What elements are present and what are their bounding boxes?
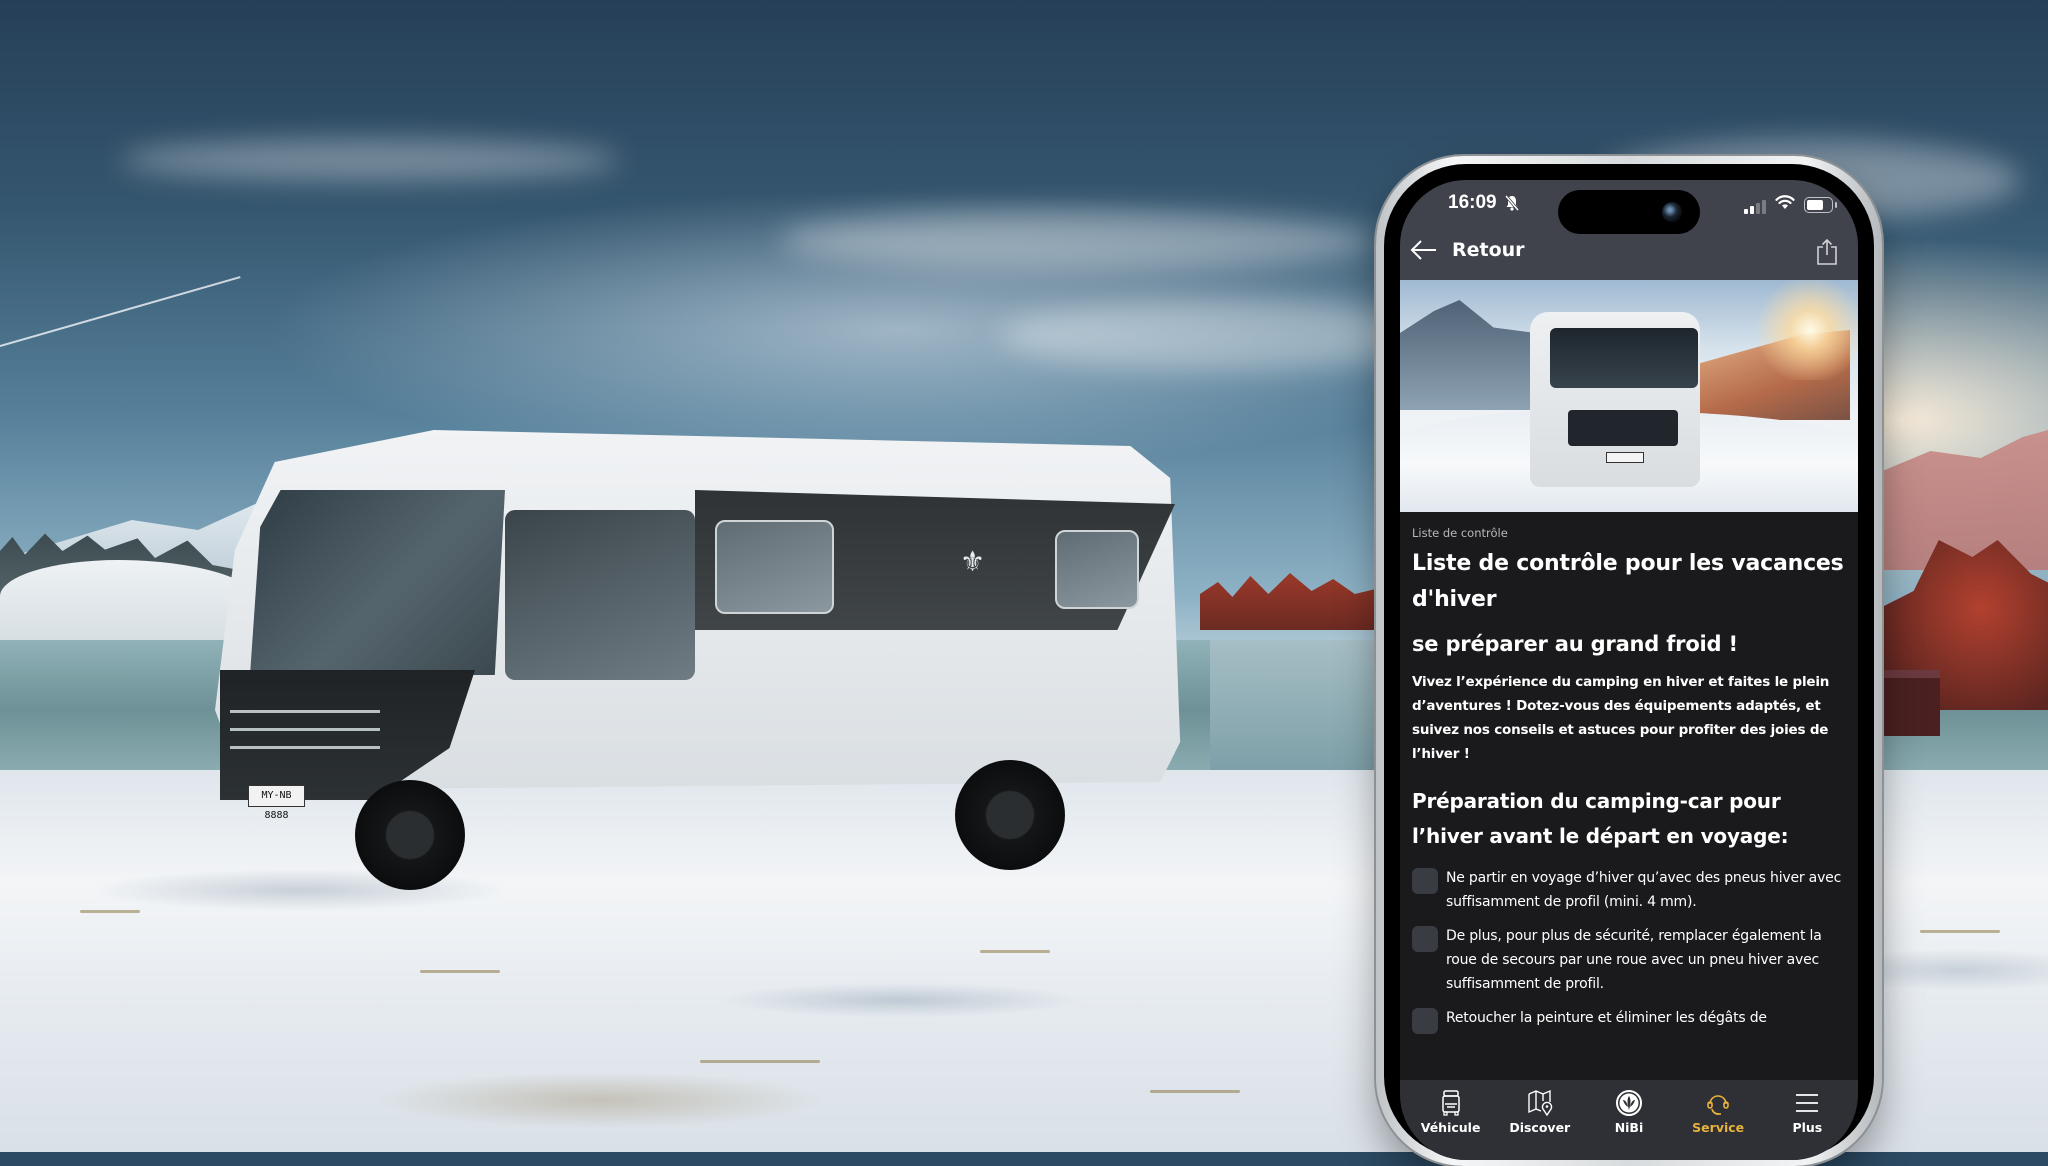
tab-label: Véhicule (1420, 1120, 1481, 1135)
tab-plus[interactable]: Plus (1767, 1088, 1847, 1160)
article-subtitle: se préparer au grand froid ! (1412, 632, 1738, 656)
bottom-tab-bar: Véhicule Discover NiBi Service Plus (1400, 1080, 1858, 1160)
back-label: Retour (1452, 239, 1525, 261)
grass (700, 1060, 820, 1063)
battery-icon (1804, 197, 1837, 213)
map-pin-icon (1528, 1089, 1552, 1117)
cloud (120, 140, 620, 180)
cellular-signal-icon (1744, 200, 1766, 214)
tab-label: NiBi (1614, 1120, 1644, 1135)
front-grille (1568, 410, 1678, 446)
tab-label: Service (1692, 1120, 1745, 1135)
article-hero-image (1400, 280, 1858, 512)
article-content: Liste de contrôle Liste de contrôle pour… (1400, 512, 1858, 1080)
hut (1880, 670, 1940, 736)
license-plate (1606, 452, 1644, 463)
checklist-item[interactable]: Retoucher la peinture et éliminer les dé… (1412, 1006, 1846, 1034)
door-window (505, 510, 695, 680)
wheel (355, 780, 465, 890)
article-category: Liste de contrôle (1412, 526, 1508, 540)
grass (80, 910, 140, 913)
wifi-icon (1775, 195, 1795, 209)
checklist-item-text: Ne partir en voyage d’hiver qu’avec des … (1446, 870, 1842, 910)
status-bar: 16:09 Retour (1400, 180, 1858, 280)
phone-mockup: 16:09 Retour Liste de contrôle Liste de … (1376, 156, 1882, 1166)
wheel (955, 760, 1065, 870)
article-title: Liste de contrôle pour les vacances d'hi… (1412, 551, 1844, 612)
front-camera (1662, 202, 1682, 222)
checklist-item-text: De plus, pour plus de sécurité, remplace… (1446, 928, 1822, 992)
checklist-item[interactable]: Ne partir en voyage d’hiver qu’avec des … (1412, 866, 1846, 914)
checkbox[interactable] (1412, 1008, 1438, 1034)
nibi-logo-icon (1615, 1090, 1642, 1116)
tab-discover[interactable]: Discover (1500, 1088, 1580, 1160)
vehicle-icon (1441, 1090, 1460, 1116)
brand-logo: ⚜ (960, 545, 986, 578)
article-intro: Vivez l’expérience du camping en hiver e… (1412, 674, 1830, 762)
cloud (780, 210, 1380, 270)
bell-slash-icon (1504, 195, 1520, 211)
license-plate: MY-NB 8888 (248, 785, 305, 821)
grille-bar (230, 728, 380, 731)
grass (1920, 930, 2000, 933)
checklist-item-text: Retoucher la peinture et éliminer les dé… (1446, 1010, 1767, 1026)
sun-glare (1750, 280, 1858, 380)
nav-bar: Retour (1400, 224, 1858, 280)
motorhome-front (1530, 312, 1700, 487)
menu-icon (1796, 1094, 1819, 1112)
checkbox[interactable] (1412, 926, 1438, 952)
motorhome: ⚜ MY-NB 8888 (215, 430, 1210, 890)
status-time: 16:09 (1448, 192, 1497, 213)
tab-label: Plus (1792, 1120, 1823, 1135)
tab-vehicule[interactable]: Véhicule (1411, 1088, 1491, 1160)
arrow-left-icon (1410, 240, 1436, 260)
share-icon[interactable] (1816, 238, 1838, 266)
phone-screen: 16:09 Retour Liste de contrôle Liste de … (1400, 180, 1858, 1160)
tab-label: Discover (1509, 1120, 1571, 1135)
tab-nibi[interactable]: NiBi (1589, 1088, 1669, 1160)
side-window (715, 520, 834, 614)
grass (1150, 1090, 1240, 1093)
windshield (1550, 328, 1698, 388)
checkbox[interactable] (1412, 868, 1438, 894)
grille-bar (230, 746, 380, 749)
grass (420, 970, 500, 973)
headset-icon (1707, 1095, 1729, 1115)
windshield (250, 490, 505, 675)
section-title: Préparation du camping-car pour l’hiver … (1412, 789, 1789, 848)
grille-bar (230, 710, 380, 713)
grass (980, 950, 1050, 953)
back-button[interactable]: Retour (1410, 228, 1525, 272)
checklist-item[interactable]: De plus, pour plus de sécurité, remplace… (1412, 924, 1846, 996)
side-window (1055, 530, 1139, 609)
tab-service[interactable]: Service (1678, 1088, 1758, 1160)
